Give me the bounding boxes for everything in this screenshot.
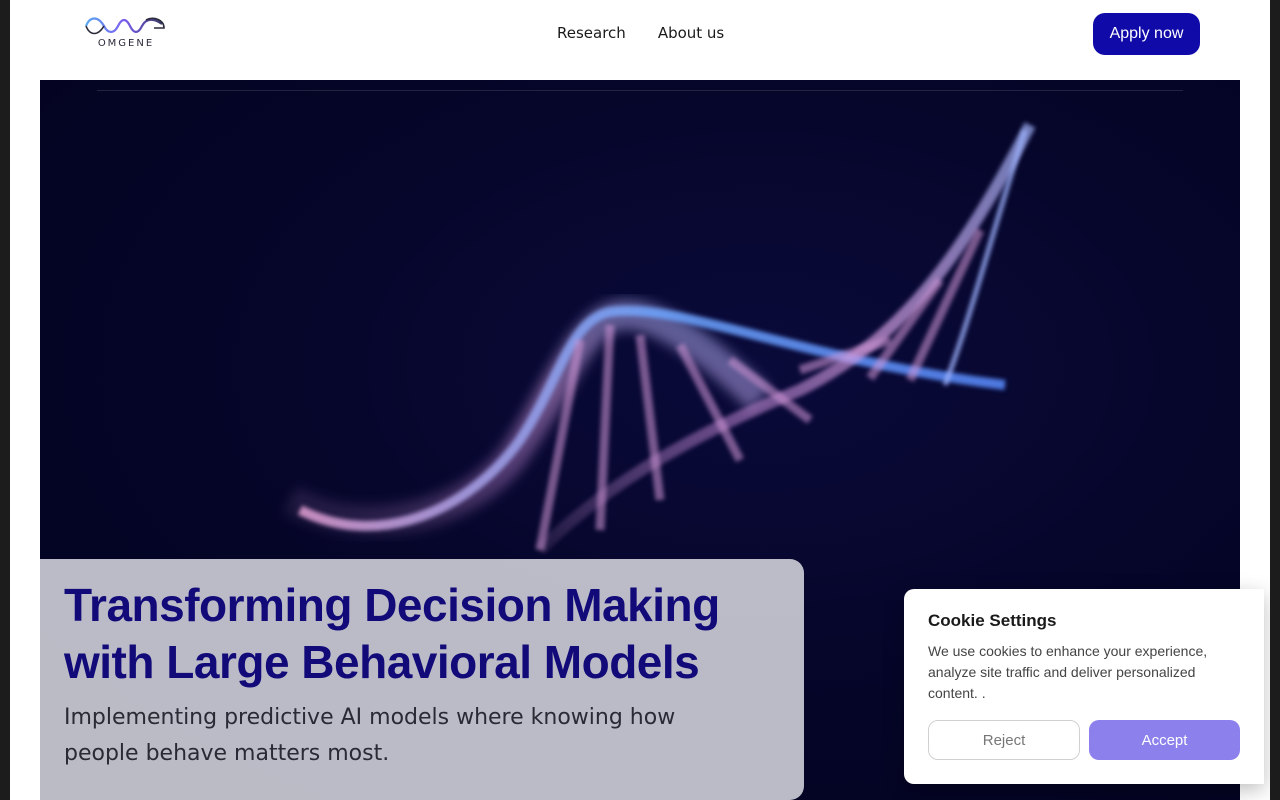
page: OMGENE Research About us Apply now Trans… — [10, 0, 1270, 800]
hero-title: Transforming Decision Making with Large … — [64, 577, 784, 691]
main-nav: Research About us — [557, 22, 724, 44]
cookie-banner: Cookie Settings We use cookies to enhanc… — [904, 589, 1264, 784]
logo-text: OMGENE — [97, 38, 155, 49]
reject-cookies-button[interactable]: Reject — [928, 720, 1080, 760]
logo[interactable]: OMGENE — [84, 14, 168, 54]
hero-text-card: Transforming Decision Making with Large … — [40, 559, 804, 800]
nav-research[interactable]: Research — [557, 22, 626, 44]
hero-subtitle: Implementing predictive AI models where … — [64, 705, 676, 766]
omg-wave-logo-icon — [84, 17, 165, 35]
hero-title-line-1: Transforming Decision Making — [64, 579, 720, 631]
accept-cookies-button[interactable]: Accept — [1089, 720, 1240, 760]
cookie-description: We use cookies to enhance your experienc… — [928, 643, 1208, 701]
hero-title-line-2: with Large Behavioral Models — [64, 636, 700, 688]
nav-about-us[interactable]: About us — [658, 22, 724, 44]
site-header: OMGENE Research About us Apply now — [10, 0, 1270, 80]
cookie-title: Cookie Settings — [928, 611, 1057, 630]
apply-now-button[interactable]: Apply now — [1093, 13, 1200, 55]
